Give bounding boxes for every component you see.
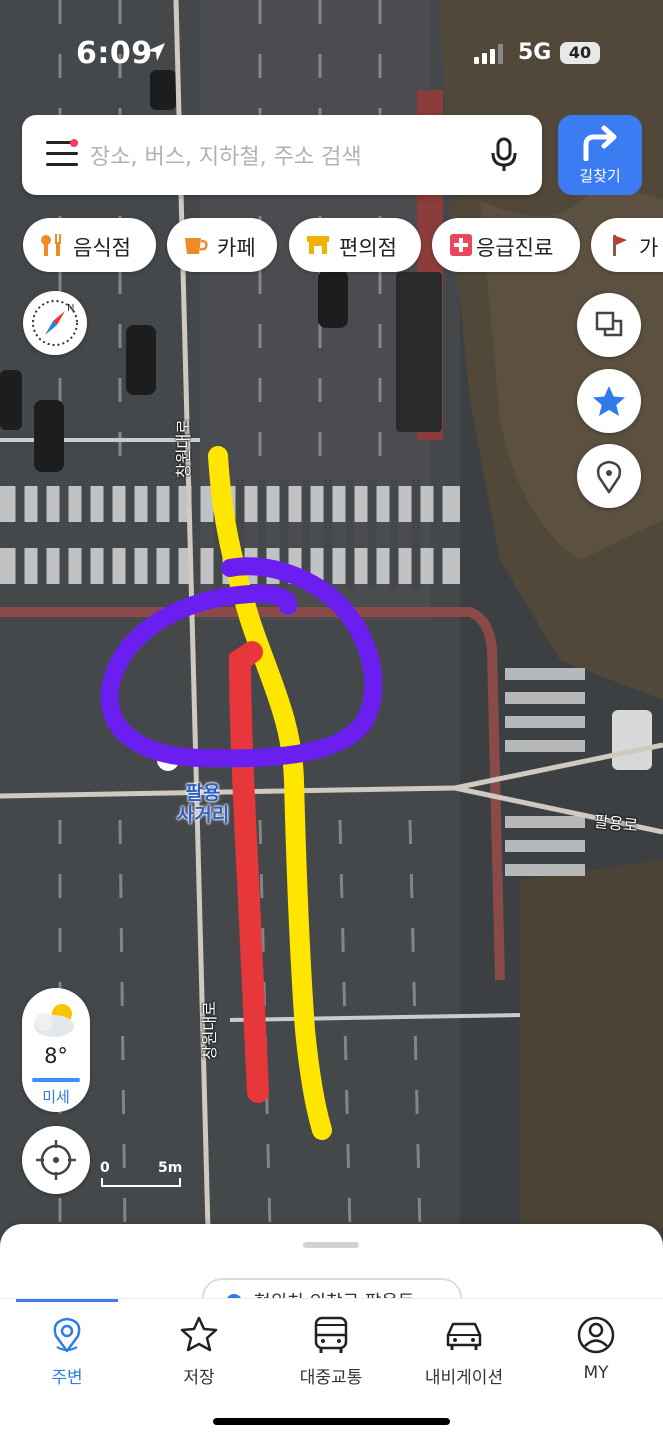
tab-label: 저장 (183, 1368, 215, 1388)
bus-icon (314, 1316, 348, 1353)
category-label: 편의점 (339, 236, 397, 260)
signal-bars-icon (474, 44, 503, 64)
tab-nearby[interactable]: 주변 (7, 1315, 127, 1388)
tab-transit[interactable]: 대중교통 (271, 1315, 391, 1388)
satellite-map[interactable]: 창원대로 창원대로 팔용로 팔용 사거리 (0, 0, 663, 1300)
partly-cloudy-icon (34, 1004, 74, 1037)
category-label: 응급진료 (476, 236, 554, 260)
compass-button[interactable]: N (23, 291, 87, 355)
scale-zero: 0 (100, 1160, 110, 1176)
scale-bar (101, 1178, 181, 1187)
location-pin-icon (596, 460, 622, 494)
nearby-pin-icon (53, 1317, 81, 1353)
layers-icon (595, 311, 623, 337)
favorites-button[interactable] (577, 369, 641, 433)
tab-my[interactable]: MY (536, 1315, 656, 1385)
sheet-drag-handle[interactable] (303, 1242, 359, 1248)
emergency-icon (450, 234, 472, 256)
notification-dot (70, 139, 78, 147)
home-indicator (213, 1418, 450, 1425)
directions-label: 길찾기 (579, 167, 621, 185)
car-icon (446, 1322, 482, 1350)
network-type: 5G (518, 40, 552, 65)
bottom-sheet[interactable]: 현위치 의창구 팔용동 (0, 1224, 663, 1322)
search-bar[interactable]: 장소, 버스, 지하철, 주소 검색 (22, 115, 542, 195)
microphone-icon[interactable] (490, 137, 518, 173)
category-label: 음식점 (73, 236, 131, 260)
directions-button[interactable]: 길찾기 (558, 115, 642, 195)
screen: 창원대로 창원대로 팔용로 팔용 사거리 6:09 5G 40 장소, 버스, … (0, 0, 663, 1440)
category-chip-emergency[interactable]: 응급진료 (432, 218, 580, 272)
crosshair-icon (36, 1140, 76, 1180)
weather-widget[interactable]: 8° 미세 (22, 988, 90, 1112)
flag-icon (613, 235, 627, 256)
pin-button[interactable] (577, 444, 641, 508)
cafe-icon (185, 238, 208, 254)
active-tab-indicator (16, 1299, 118, 1302)
status-bar: 6:09 5G 40 (0, 0, 663, 100)
restaurant-icon (41, 234, 61, 256)
location-arrow-icon (147, 43, 165, 61)
tab-label: 주변 (51, 1368, 83, 1388)
star-icon (180, 1316, 218, 1352)
air-quality-label: 미세 (42, 1088, 70, 1106)
category-chip-more[interactable]: 가 (591, 218, 663, 272)
tab-saved[interactable]: 저장 (139, 1315, 259, 1388)
road-label-changwon-south: 창원대로 (200, 1001, 219, 1060)
battery-level: 40 (560, 42, 600, 64)
profile-icon (577, 1316, 615, 1354)
category-label: 가 (639, 236, 659, 260)
convenience-store-icon (307, 236, 329, 254)
tab-label: 내비게이션 (424, 1368, 504, 1388)
scale-max: 5m (158, 1160, 183, 1176)
map-canvas (0, 0, 663, 1300)
air-quality-bar (32, 1078, 80, 1082)
map-layers-button[interactable] (577, 293, 641, 357)
road-label-changwon-north: 창원대로 (174, 419, 193, 478)
poi-palyong-intersection[interactable]: 팔용 사거리 (170, 782, 236, 826)
current-location-button[interactable] (22, 1126, 90, 1194)
tab-label: 대중교통 (299, 1368, 363, 1388)
svg-text:N: N (67, 303, 74, 314)
route-arrow-icon (583, 125, 617, 161)
category-label: 카페 (217, 236, 256, 260)
category-chip-cafe[interactable]: 카페 (167, 218, 277, 272)
road-label-palyong: 팔용로 (592, 811, 639, 836)
star-filled-icon (593, 386, 625, 416)
status-time: 6:09 (76, 36, 153, 71)
temperature: 8° (44, 1044, 68, 1068)
tab-label: MY (583, 1363, 609, 1383)
category-chip-convenience[interactable]: 편의점 (289, 218, 421, 272)
compass-icon: N (32, 300, 78, 346)
tab-navigation[interactable]: 내비게이션 (404, 1315, 524, 1388)
category-chip-restaurant[interactable]: 음식점 (23, 218, 156, 272)
search-placeholder[interactable]: 장소, 버스, 지하철, 주소 검색 (90, 139, 362, 171)
